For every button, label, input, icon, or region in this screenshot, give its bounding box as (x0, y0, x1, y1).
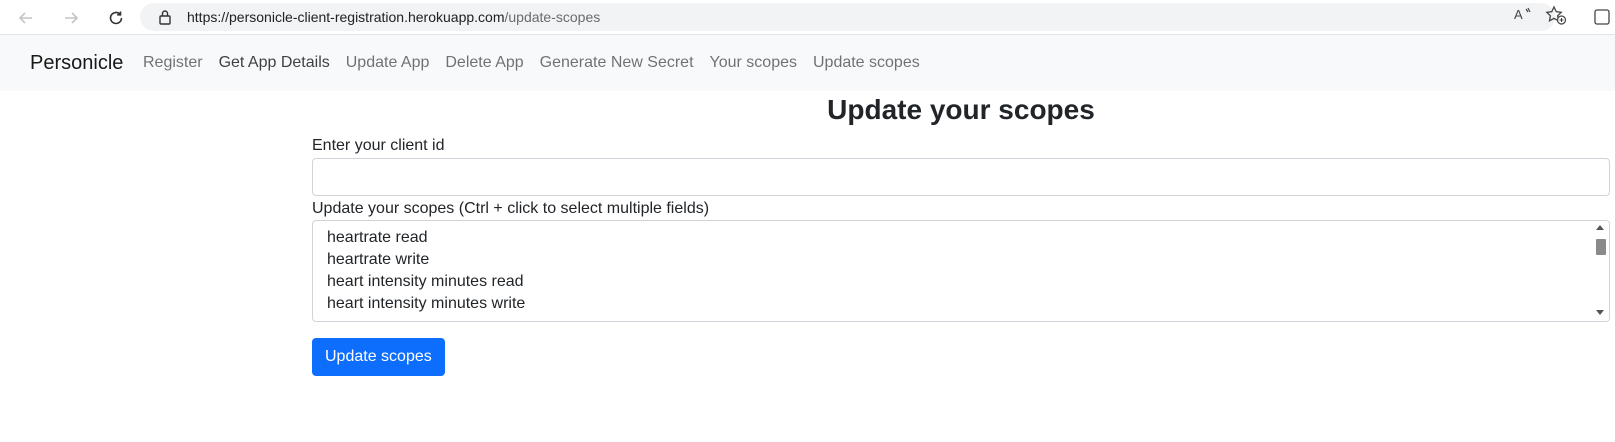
scopes-label: Update your scopes (Ctrl + click to sele… (312, 200, 710, 217)
nav-link-delete-app[interactable]: Delete App (437, 54, 531, 72)
client-id-label: Enter your client id (312, 137, 445, 154)
nav-link-register[interactable]: Register (135, 54, 211, 72)
scopes-scrollbar[interactable] (1592, 221, 1609, 321)
scope-option-heart-intensity-write[interactable]: heart intensity minutes write (327, 293, 525, 315)
address-bar[interactable]: https://personicle-client-registration.h… (140, 3, 1555, 31)
nav-link-update-scopes[interactable]: Update scopes (805, 54, 928, 72)
scope-option-heart-intensity-read[interactable]: heart intensity minutes read (327, 271, 524, 293)
nav-link-your-scopes[interactable]: Your scopes (702, 54, 805, 72)
scope-option-heartrate-write[interactable]: heartrate write (327, 249, 429, 271)
svg-text:A: A (1514, 7, 1523, 22)
url-text[interactable]: https://personicle-client-registration.h… (187, 3, 600, 31)
nav-link-update-app[interactable]: Update App (338, 54, 438, 72)
update-scopes-button[interactable]: Update scopes (312, 338, 445, 376)
scroll-thumb[interactable] (1596, 239, 1606, 255)
scopes-multiselect[interactable]: heartrate read heartrate write heart int… (312, 220, 1610, 322)
read-aloud-icon[interactable]: A (1514, 6, 1534, 27)
nav-link-generate-new-secret[interactable]: Generate New Secret (532, 54, 702, 72)
navbar-brand[interactable]: Personicle (30, 35, 123, 91)
url-path: /update-scopes (504, 9, 601, 25)
scroll-up-arrow-icon[interactable] (1596, 225, 1604, 230)
site-navbar: Personicle Register Get App Details Upda… (0, 35, 1615, 91)
page-title: Update your scopes (827, 94, 1095, 125)
browser-toolbar: https://personicle-client-registration.h… (0, 0, 1615, 35)
scope-option-heartrate-read[interactable]: heartrate read (327, 227, 428, 249)
client-id-input[interactable] (312, 158, 1610, 196)
refresh-icon[interactable] (102, 4, 130, 32)
back-arrow-icon[interactable] (12, 4, 40, 32)
scroll-down-arrow-icon[interactable] (1596, 310, 1604, 315)
navbar-links: Register Get App Details Update App Dele… (135, 35, 928, 91)
url-host: https://personicle-client-registration.h… (187, 9, 505, 25)
forward-arrow-icon[interactable] (57, 4, 85, 32)
add-favorite-icon[interactable] (1545, 5, 1567, 30)
collections-icon[interactable] (1593, 8, 1615, 26)
lock-icon[interactable] (158, 9, 172, 30)
nav-link-get-app-details[interactable]: Get App Details (211, 54, 338, 72)
